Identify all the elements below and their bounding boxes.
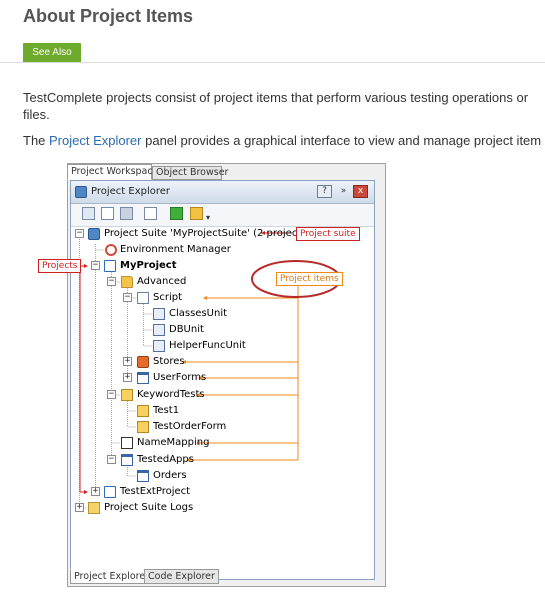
script-icon [137,292,149,304]
tree-item-testextproject[interactable]: TestExtProject [120,486,190,498]
tab-project-explorer[interactable]: Project Explorer [70,569,154,584]
unit-icon [153,324,165,336]
userforms-icon [137,372,149,384]
expand-testedapps-toggle[interactable]: − [107,455,116,464]
project-suite-icon [88,228,100,240]
project-icon [104,486,116,498]
tree-item-userforms[interactable]: UserForms [153,372,206,384]
tab-code-explorer[interactable]: Code Explorer [144,569,219,584]
keyword-tests-icon [121,389,133,401]
expand-suite-toggle[interactable]: − [75,229,84,238]
callout-project-items: Project items [276,272,343,286]
tree-item-namemapping[interactable]: NameMapping [137,437,209,449]
folder-icon [121,276,133,288]
expand-testextproject-toggle[interactable]: + [91,487,100,496]
logs-icon [88,502,100,514]
tree-item-dbunit[interactable]: DBUnit [169,324,204,336]
tree-item-test1[interactable]: Test1 [153,405,179,417]
tree-item-testorderform[interactable]: TestOrderForm [153,421,226,433]
tree-item-helperfuncunit[interactable]: HelperFuncUnit [169,340,246,352]
tree-item-project-suite[interactable]: Project Suite 'MyProjectSuite' (2 projec… [104,228,310,240]
tree-item-script[interactable]: Script [153,292,182,304]
tree-item-project-suite-logs[interactable]: Project Suite Logs [104,502,193,514]
callout-project-suite: Project suite [296,227,360,241]
expand-suitelogs-toggle[interactable]: + [75,503,84,512]
keyword-test-icon [137,421,149,433]
tested-apps-icon [121,454,133,466]
expand-stores-toggle[interactable]: + [123,357,132,366]
tree-item-keywordtests[interactable]: KeywordTests [137,389,205,401]
tested-app-icon [137,470,149,482]
stores-icon [137,356,149,368]
name-mapping-icon [121,437,133,449]
tree-item-myproject[interactable]: MyProject [120,260,177,272]
unit-icon [153,308,165,320]
environment-manager-icon [105,244,117,256]
tree-item-advanced[interactable]: Advanced [137,276,186,288]
tree-item-orders[interactable]: Orders [153,470,187,482]
tree-item-testedapps[interactable]: TestedApps [137,454,194,466]
unit-icon [153,340,165,352]
tree-item-stores[interactable]: Stores [153,356,185,368]
expand-advanced-toggle[interactable]: − [107,277,116,286]
expand-keywordtests-toggle[interactable]: − [107,390,116,399]
callout-projects: Projects [38,259,82,273]
expand-script-toggle[interactable]: − [123,293,132,302]
tree-item-classesunit[interactable]: ClassesUnit [169,308,227,320]
keyword-test-icon [137,405,149,417]
expand-myproject-toggle[interactable]: − [91,261,100,270]
expand-userforms-toggle[interactable]: + [123,373,132,382]
tree-item-environment-manager[interactable]: Environment Manager [120,244,231,256]
project-icon [104,260,116,272]
